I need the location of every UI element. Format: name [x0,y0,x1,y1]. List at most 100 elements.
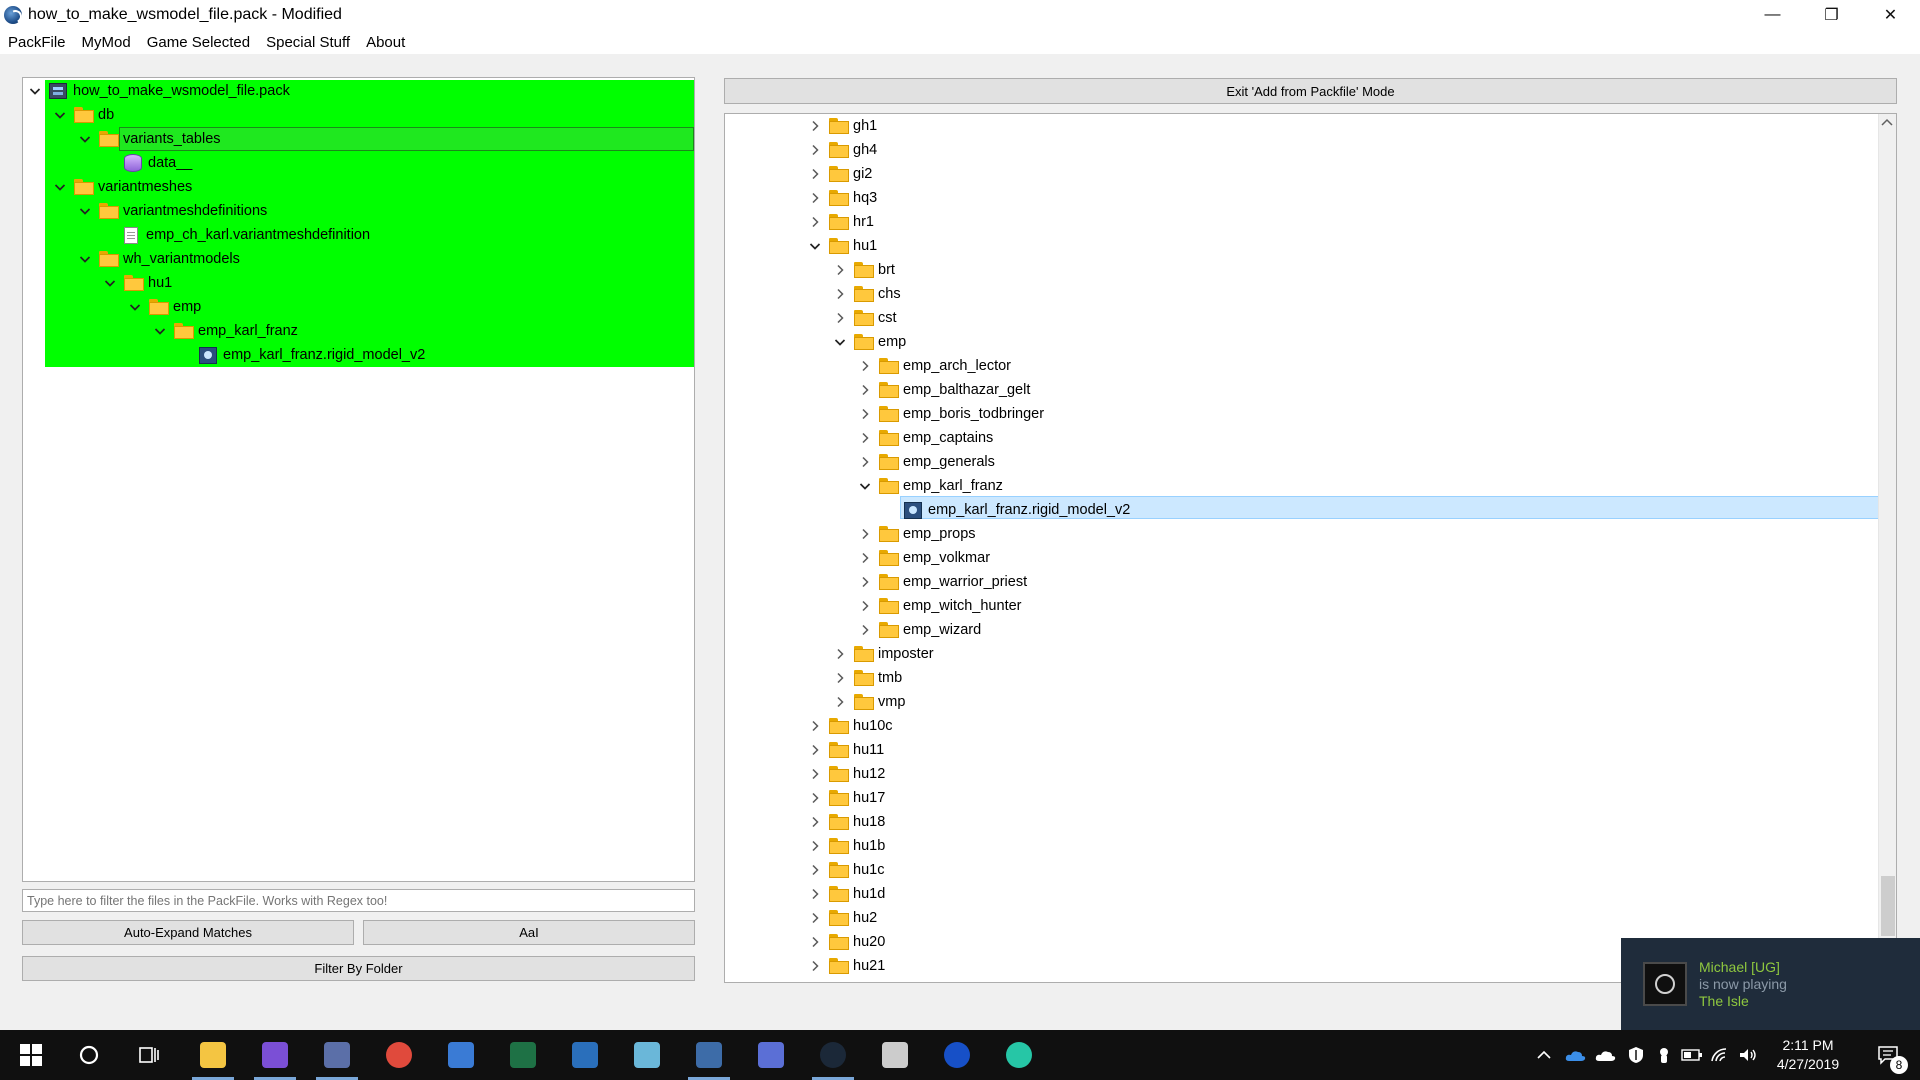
file-row[interactable]: emp_karl_franz.rigid_model_v2 [882,498,1130,522]
chevron-right-icon[interactable] [857,406,873,422]
chevron-down-icon[interactable] [77,251,93,267]
chevron-right-icon[interactable] [807,118,823,134]
tree-row[interactable]: emp_karl_franz [152,319,298,343]
chevron-right-icon[interactable] [807,814,823,830]
menu-packfile[interactable]: PackFile [8,34,66,51]
chevron-right-icon[interactable] [832,694,848,710]
chevron-right-icon[interactable] [807,862,823,878]
tree-row[interactable]: db [52,103,114,127]
tree-row[interactable]: emp [127,295,201,319]
folder-row[interactable]: emp_wizard [857,618,981,642]
start-button[interactable] [4,1030,58,1080]
chevron-right-icon[interactable] [857,622,873,638]
action-center-button[interactable]: 8 [1862,1030,1914,1080]
chevron-right-icon[interactable] [857,454,873,470]
folder-row[interactable]: emp_karl_franz [857,474,1003,498]
folder-row[interactable]: gi2 [807,162,872,186]
folder-row[interactable]: cst [832,306,897,330]
folder-row[interactable]: hu2 [807,906,877,930]
chevron-right-icon[interactable] [807,766,823,782]
chevron-right-icon[interactable] [807,934,823,950]
chevron-down-icon[interactable] [27,83,43,99]
folder-row[interactable]: hu21 [807,954,885,978]
folder-row[interactable]: hu1c [807,858,884,882]
chevron-right-icon[interactable] [807,214,823,230]
packfile-filter-input[interactable] [22,889,695,912]
folder-row[interactable]: tmb [832,666,902,690]
folder-row[interactable]: hq3 [807,186,877,210]
wifi-tray-icon[interactable] [1706,1030,1734,1080]
folder-row[interactable]: emp_volkmar [857,546,990,570]
chevron-right-icon[interactable] [832,670,848,686]
tree-row[interactable]: wh_variantmodels [77,247,240,271]
chevron-right-icon[interactable] [857,574,873,590]
battery-tray-icon[interactable] [1678,1030,1706,1080]
rpfm-icon[interactable] [682,1030,736,1080]
chrome-icon[interactable] [372,1030,426,1080]
chevron-right-icon[interactable] [807,838,823,854]
taskbar-clock[interactable]: 2:11 PM 4/27/2019 [1762,1036,1854,1074]
folder-row[interactable]: hu17 [807,786,885,810]
folder-row[interactable]: emp_balthazar_gelt [857,378,1030,402]
chevron-down-icon[interactable] [832,334,848,350]
tree-row[interactable]: variants_tables [77,127,221,151]
folder-row[interactable]: emp_boris_todbringer [857,402,1044,426]
steam-icon[interactable] [806,1030,860,1080]
menu-about[interactable]: About [366,34,405,51]
show-hidden-icons-button[interactable] [1530,1030,1558,1080]
chevron-down-icon[interactable] [857,478,873,494]
chevron-right-icon[interactable] [857,382,873,398]
network-app-icon[interactable] [434,1030,488,1080]
excel-icon[interactable] [496,1030,550,1080]
folder-row[interactable]: gh1 [807,114,877,138]
chevron-right-icon[interactable] [857,358,873,374]
chevron-down-icon[interactable] [152,323,168,339]
brain-app-icon[interactable] [992,1030,1046,1080]
folder-row[interactable]: hu18 [807,810,885,834]
folder-row[interactable]: gh4 [807,138,877,162]
chevron-right-icon[interactable] [832,286,848,302]
usb-tray-icon[interactable] [1650,1030,1678,1080]
chevron-down-icon[interactable] [77,203,93,219]
menu-mymod[interactable]: MyMod [82,34,131,51]
volume-tray-icon[interactable] [1734,1030,1762,1080]
chevron-down-icon[interactable] [77,131,93,147]
chevron-right-icon[interactable] [832,310,848,326]
chevron-down-icon[interactable] [127,299,143,315]
chevron-down-icon[interactable] [102,275,118,291]
folder-row[interactable]: brt [832,258,895,282]
chevron-right-icon[interactable] [807,958,823,974]
chevron-right-icon[interactable] [807,910,823,926]
chevron-down-icon[interactable] [52,107,68,123]
menu-special-stuff[interactable]: Special Stuff [266,34,350,51]
folder-row[interactable]: hu12 [807,762,885,786]
exit-add-from-packfile-button[interactable]: Exit 'Add from Packfile' Mode [724,78,1897,104]
folder-row[interactable]: emp_props [857,522,976,546]
tool-app-icon[interactable] [558,1030,612,1080]
folder-row[interactable]: chs [832,282,901,306]
chevron-right-icon[interactable] [807,166,823,182]
folder-row[interactable]: hr1 [807,210,874,234]
tree-row[interactable]: hu1 [102,271,172,295]
file-explorer-icon[interactable] [186,1030,240,1080]
folder-row[interactable]: emp [832,330,906,354]
uplay-icon[interactable] [930,1030,984,1080]
folder-row[interactable]: emp_witch_hunter [857,594,1022,618]
maximize-button[interactable]: ❐ [1802,0,1861,30]
chevron-right-icon[interactable] [857,430,873,446]
tree-row[interactable]: variantmeshdefinitions [77,199,267,223]
editor-icon[interactable] [248,1030,302,1080]
folder-row[interactable]: emp_warrior_priest [857,570,1027,594]
folder-row[interactable]: hu1b [807,834,885,858]
folder-row[interactable]: hu1 [807,234,877,258]
folder-row[interactable]: hu1d [807,882,885,906]
chevron-right-icon[interactable] [807,886,823,902]
chevron-right-icon[interactable] [807,742,823,758]
scroll-up-arrow-icon[interactable] [1881,117,1893,127]
vertical-scrollbar[interactable] [1878,114,1896,982]
tree-row[interactable]: variantmeshes [52,175,192,199]
chevron-down-icon[interactable] [807,238,823,254]
chevron-down-icon[interactable] [52,179,68,195]
game-app-icon[interactable] [868,1030,922,1080]
chevron-right-icon[interactable] [807,790,823,806]
